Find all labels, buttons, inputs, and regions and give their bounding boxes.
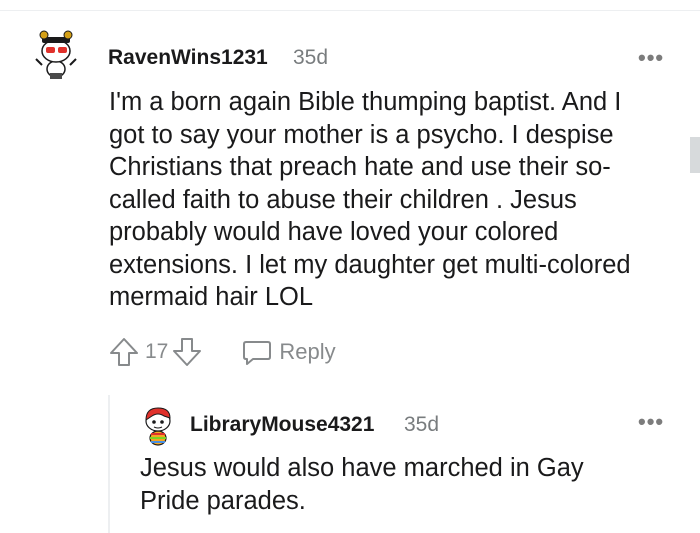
- top-divider: [0, 10, 700, 11]
- comment-age: 35d: [293, 46, 329, 69]
- comment-line: I'm a born again Bible thumping baptist.…: [109, 88, 622, 116]
- reply-button[interactable]: Reply: [241, 336, 336, 368]
- comment-line: Jesus would also have marched in Gay: [140, 454, 584, 482]
- comment-line: extensions. I let my daughter get multi-…: [109, 250, 631, 279]
- comment-line: got to say your mother is a psycho. I de…: [109, 120, 614, 149]
- comment-line: Christians that preach hate and use thei…: [109, 153, 611, 181]
- reply-label: Reply: [279, 339, 336, 364]
- comment-line: called faith to abuse their children . J…: [109, 185, 577, 214]
- ellipsis-icon[interactable]: •••: [638, 45, 664, 71]
- downvote-arrow-icon[interactable]: [171, 336, 203, 368]
- comment-body: I'm a born again Bible thumping baptist.…: [109, 86, 631, 314]
- user-avatar-icon[interactable]: [34, 29, 78, 79]
- vote-count: 17: [145, 340, 169, 363]
- scrollbar-thumb[interactable]: [690, 137, 700, 173]
- comment-actions: 17 Reply: [108, 336, 336, 368]
- username[interactable]: LibraryMouse4321: [190, 413, 374, 437]
- comment-line: mermaid hair LOL: [109, 283, 314, 311]
- comment-line: probably would have loved your colored: [109, 218, 559, 246]
- user-avatar-icon[interactable]: [140, 404, 176, 446]
- comment-line: Pride parades.: [140, 486, 306, 515]
- thread-line[interactable]: [108, 395, 110, 533]
- comment-body: Jesus would also have marched in Gay Pri…: [140, 452, 584, 517]
- ellipsis-icon[interactable]: •••: [638, 409, 664, 435]
- comment-thread: RavenWins1231 35d ••• I'm a born again B…: [0, 0, 700, 533]
- username[interactable]: RavenWins1231: [108, 46, 268, 70]
- comment-age: 35d: [404, 413, 440, 436]
- upvote-arrow-icon[interactable]: [108, 336, 140, 368]
- speech-bubble-icon: [243, 341, 272, 365]
